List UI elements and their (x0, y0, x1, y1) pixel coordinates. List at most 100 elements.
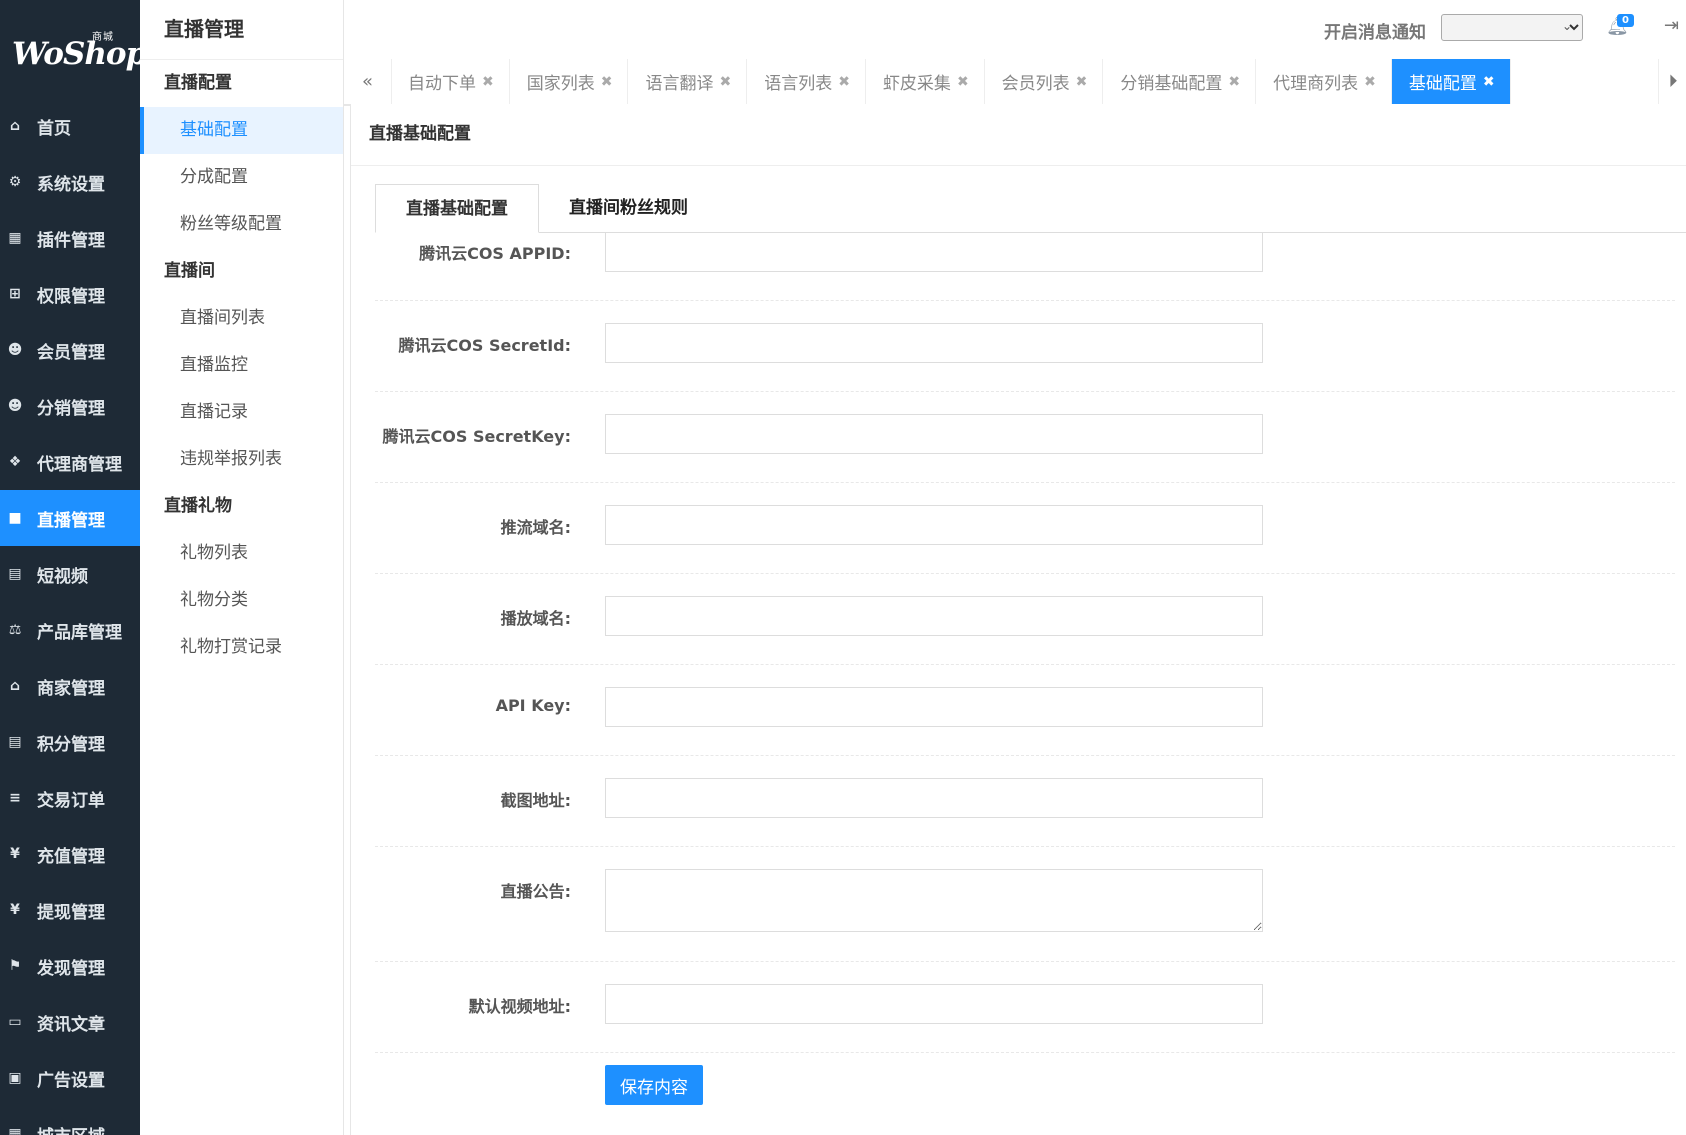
logo: 商城 WoShop (12, 26, 140, 72)
subnav-item-commission-config[interactable]: 分成配置 (140, 154, 343, 201)
config-form: 腾讯云COS APPID: 腾讯云COS SecretId: 腾讯云COS Se… (375, 232, 1675, 1053)
field-label-push-domain: 推流域名: (500, 518, 571, 537)
subnav-item-live-records[interactable]: 直播记录 (140, 389, 343, 436)
nav-item-distribution[interactable]: ☻ 分销管理 (0, 378, 140, 434)
close-icon[interactable]: ✖ (1076, 74, 1088, 90)
subnav-group-live-gifts: 直播礼物 (164, 496, 232, 516)
subnav-group-live-room: 直播间 (164, 261, 215, 281)
step-forward-icon: ⏵ (1668, 71, 1678, 92)
nav-item-members[interactable]: ☻ 会员管理 (0, 322, 140, 378)
nav-item-plugins[interactable]: ▦ 插件管理 (0, 210, 140, 266)
nav-item-short-video[interactable]: ▤ 短视频 (0, 546, 140, 602)
notification-label: 开启消息通知 (1324, 23, 1426, 43)
nav-item-label: 首页 (37, 118, 71, 139)
video-camera-icon: ■ (8, 510, 22, 526)
cos-secretid-input[interactable] (605, 323, 1263, 363)
cos-secretkey-input[interactable] (605, 414, 1263, 454)
notification-badge: 0 (1617, 14, 1634, 27)
close-icon[interactable]: ✖ (957, 74, 969, 90)
subnav-item-gift-list[interactable]: 礼物列表 (140, 530, 343, 577)
notification-select[interactable] (1441, 14, 1583, 41)
nav-item-home[interactable]: ⌂ 首页 (0, 98, 140, 154)
close-icon[interactable]: ✖ (1228, 74, 1240, 90)
field-label-live-notice: 直播公告: (500, 882, 571, 901)
nav-item-merchants[interactable]: ⌂ 商家管理 (0, 658, 140, 714)
form-row: 播放域名: (375, 574, 1675, 665)
page-tab[interactable]: 代理商列表 ✖ (1256, 59, 1392, 104)
tabs-prev-button[interactable]: « (344, 59, 392, 104)
page-tab[interactable]: 会员列表 ✖ (985, 59, 1104, 104)
page-tab[interactable]: 虾皮采集 ✖ (866, 59, 985, 104)
form-row: API Key: (375, 665, 1675, 756)
nav-item-recharge[interactable]: ¥ 充值管理 (0, 826, 140, 882)
page-tab[interactable]: 语言翻译 ✖ (628, 59, 748, 104)
live-notice-textarea[interactable] (605, 869, 1263, 932)
double-left-icon: « (361, 71, 373, 92)
users-icon: ☻ (7, 342, 23, 358)
close-icon[interactable]: ✖ (1483, 74, 1495, 90)
nav-item-points[interactable]: ▤ 积分管理 (0, 714, 140, 770)
close-icon[interactable]: ✖ (1364, 74, 1376, 90)
default-video-url-input[interactable] (605, 984, 1263, 1024)
nav-item-label: 提现管理 (37, 902, 105, 923)
nav-item-label: 资讯文章 (37, 1014, 105, 1035)
page-tab[interactable]: 语言列表 ✖ (747, 59, 866, 104)
subnav-item-report-list[interactable]: 违规举报列表 (140, 436, 343, 483)
nav-item-ads[interactable]: ▣ 广告设置 (0, 1050, 140, 1106)
nav-item-articles[interactable]: ▭ 资讯文章 (0, 994, 140, 1050)
subnav-item-live-monitor[interactable]: 直播监控 (140, 342, 343, 389)
nav-item-agents[interactable]: ❖ 代理商管理 (0, 434, 140, 490)
form-tab-fan-rules[interactable]: 直播间粉丝规则 (539, 184, 718, 232)
subnav-item-gift-category[interactable]: 礼物分类 (140, 577, 343, 624)
nav-item-system-settings[interactable]: ⚙ 系统设置 (0, 154, 140, 210)
close-icon[interactable]: ✖ (719, 74, 731, 90)
subnav-item-fan-level-config[interactable]: 粉丝等级配置 (140, 201, 343, 248)
subnav-title: 直播管理 (140, 0, 343, 60)
page-tab-label: 语言列表 (764, 74, 833, 94)
nav-item-label: 插件管理 (37, 230, 105, 251)
nav-item-discover[interactable]: ⚑ 发现管理 (0, 938, 140, 994)
nav-item-product-library[interactable]: ⚖ 产品库管理 (0, 602, 140, 658)
nav-item-label: 广告设置 (37, 1070, 105, 1091)
save-button[interactable]: 保存内容 (605, 1065, 703, 1105)
gear-icon: ⚙ (8, 174, 22, 190)
close-icon[interactable]: ✖ (838, 74, 850, 90)
nav-item-withdraw[interactable]: ¥ 提现管理 (0, 882, 140, 938)
page-tabs-bar: « 自动下单 ✖ 国家列表 ✖ 语言翻译 ✖ 语言列表 ✖ 虾皮采集 ✖ 会员列表 ✖ 分销… (344, 59, 1686, 106)
tabs-next-button[interactable]: ⏵ (1658, 59, 1686, 104)
logout-icon[interactable]: ⇥ (1664, 15, 1679, 36)
close-icon[interactable]: ✖ (601, 74, 613, 90)
nav-item-orders[interactable]: ≡ 交易订单 (0, 770, 140, 826)
users-icon: ☻ (7, 398, 23, 414)
page-tab[interactable]: 国家列表 ✖ (510, 59, 629, 104)
close-icon[interactable]: ✖ (482, 74, 494, 90)
push-domain-input[interactable] (605, 505, 1263, 545)
nav-item-city-area[interactable]: ▦ 城市区域 (0, 1106, 140, 1135)
nav-item-permissions[interactable]: ⊞ 权限管理 (0, 266, 140, 322)
cos-appid-input[interactable] (605, 232, 1263, 272)
panel-title: 直播基础配置 (351, 104, 1686, 166)
nav-item-label: 系统设置 (37, 174, 105, 195)
api-key-input[interactable] (605, 687, 1263, 727)
sliders-icon: ≡ (9, 790, 21, 806)
file-video-icon: ▤ (8, 566, 22, 582)
nav-item-label: 短视频 (37, 566, 88, 587)
page-tab[interactable]: 自动下单 ✖ (391, 59, 510, 104)
nav-item-label: 积分管理 (37, 734, 105, 755)
screenshot-url-input[interactable] (605, 778, 1263, 818)
field-label-cos-secretkey: 腾讯云COS SecretKey: (382, 427, 572, 446)
nav-item-live[interactable]: ■ 直播管理 (0, 490, 140, 546)
subnav-item-basic-config[interactable]: 基础配置 (140, 107, 343, 154)
page-tab-active[interactable]: 基础配置 ✖ (1391, 59, 1511, 104)
play-domain-input[interactable] (605, 596, 1263, 636)
nav-item-label: 充值管理 (37, 846, 105, 867)
yen-icon: ¥ (10, 846, 20, 862)
subnav-item-room-list[interactable]: 直播间列表 (140, 295, 343, 342)
main-sidebar: 商城 WoShop ⌂ 首页 ⚙ 系统设置 ▦ 插件管理 ⊞ 权限管理 ☻ 会员管理 ☻ 分… (0, 0, 140, 1135)
logo-text: WoShop (12, 36, 140, 72)
subnav-item-gift-records[interactable]: 礼物打赏记录 (140, 624, 343, 671)
field-label-api-key: API Key: (495, 696, 571, 715)
page-tab[interactable]: 分销基础配置 ✖ (1103, 59, 1257, 104)
content-panel: 直播基础配置 直播基础配置 直播间粉丝规则 腾讯云COS APPID: 腾讯云C… (350, 104, 1686, 1135)
form-tab-basic-config[interactable]: 直播基础配置 (375, 184, 539, 233)
